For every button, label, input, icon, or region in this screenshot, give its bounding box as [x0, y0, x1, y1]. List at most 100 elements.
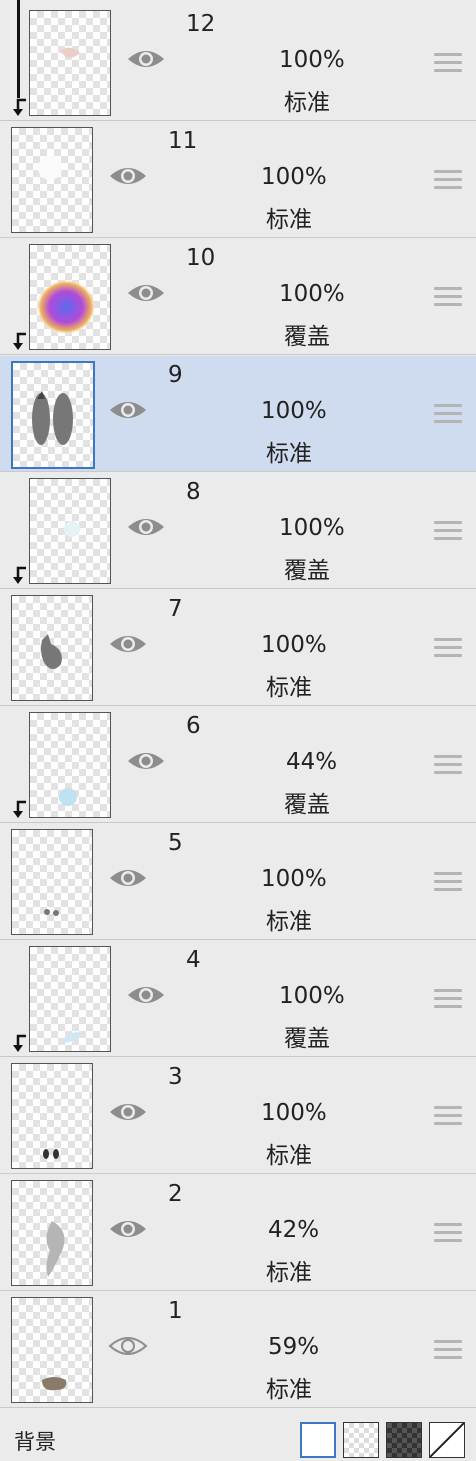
layer-row[interactable]: 6 44% 覆盖 — [0, 707, 476, 823]
eye-icon[interactable] — [108, 162, 148, 190]
eye-icon[interactable] — [108, 1098, 148, 1126]
layer-number: 11 — [168, 128, 198, 154]
faint-cyan-icon — [64, 521, 80, 537]
eye-icon[interactable] — [126, 747, 166, 775]
layer-opacity[interactable]: 100% — [261, 1100, 327, 1126]
layer-thumbnail[interactable] — [11, 127, 93, 233]
drag-handle-icon[interactable] — [434, 521, 462, 541]
clip-arrow-icon — [13, 800, 26, 818]
clip-arrow-icon — [13, 566, 26, 584]
layer-blend-mode[interactable]: 标准 — [266, 902, 312, 936]
drag-handle-icon[interactable] — [434, 989, 462, 1009]
brown-object-icon — [42, 1377, 67, 1391]
eye-icon[interactable] — [126, 45, 166, 73]
white-blob-icon — [38, 156, 62, 180]
cyan-splash-icon — [59, 788, 77, 806]
color-gradient-blob-icon — [36, 279, 96, 335]
eye-icon[interactable] — [126, 279, 166, 307]
layer-number: 12 — [186, 11, 216, 37]
layer-blend-mode[interactable]: 标准 — [266, 1370, 312, 1404]
layer-row[interactable]: 11 100% 标准 — [0, 122, 476, 238]
layer-row[interactable]: 10 100% 覆盖 — [0, 239, 476, 355]
layer-opacity[interactable]: 100% — [261, 866, 327, 892]
layer-number: 4 — [186, 947, 201, 973]
layer-row[interactable]: 1 59% 标准 — [0, 1292, 476, 1408]
eye-icon[interactable] — [108, 396, 148, 424]
eye-icon[interactable] — [126, 981, 166, 1009]
drag-handle-icon[interactable] — [434, 1340, 462, 1360]
layer-row[interactable]: 3 100% 标准 — [0, 1058, 476, 1174]
layer-blend-mode[interactable]: 标准 — [266, 1253, 312, 1287]
layer-opacity[interactable]: 44% — [286, 749, 337, 775]
layer-opacity[interactable]: 100% — [279, 515, 345, 541]
drag-handle-icon[interactable] — [434, 1223, 462, 1243]
layer-row[interactable]: 7 100% 标准 — [0, 590, 476, 706]
layer-row[interactable]: 5 100% 标准 — [0, 824, 476, 940]
eye-icon[interactable] — [108, 630, 148, 658]
layer-opacity[interactable]: 100% — [279, 983, 345, 1009]
eye-icon[interactable] — [108, 1332, 148, 1360]
layer-number: 8 — [186, 479, 201, 505]
layer-thumbnail[interactable] — [29, 10, 111, 116]
layer-thumbnail[interactable] — [11, 829, 93, 935]
layer-thumbnail[interactable] — [11, 361, 95, 469]
layer-opacity[interactable]: 42% — [268, 1217, 319, 1243]
drag-handle-icon[interactable] — [434, 872, 462, 892]
layer-opacity[interactable]: 100% — [279, 281, 345, 307]
layer-number: 9 — [168, 362, 183, 388]
layer-blend-mode[interactable]: 标准 — [266, 668, 312, 702]
layer-blend-mode[interactable]: 标准 — [266, 1136, 312, 1170]
background-white-swatch[interactable] — [300, 1422, 336, 1458]
drag-handle-icon[interactable] — [434, 755, 462, 775]
dark-marks-icon — [43, 1149, 59, 1159]
drag-handle-icon[interactable] — [434, 170, 462, 190]
layer-thumbnail[interactable] — [11, 1063, 93, 1169]
eye-icon[interactable] — [108, 1215, 148, 1243]
layer-thumbnail[interactable] — [29, 712, 111, 818]
slash-icon — [429, 1422, 465, 1458]
background-bar: 背景 — [0, 1410, 476, 1458]
layer-thumbnail[interactable] — [11, 595, 93, 701]
layer-row[interactable]: 9 100% 标准 — [0, 356, 476, 472]
layer-blend-mode[interactable]: 覆盖 — [284, 785, 330, 819]
drag-handle-icon[interactable] — [434, 1106, 462, 1126]
layer-blend-mode[interactable]: 覆盖 — [284, 551, 330, 585]
cyan-splash-lower-icon — [60, 1032, 82, 1043]
layer-opacity[interactable]: 100% — [261, 398, 327, 424]
background-checker-swatch[interactable] — [343, 1422, 379, 1458]
drag-handle-icon[interactable] — [434, 53, 462, 73]
layer-row[interactable]: 4 100% 覆盖 — [0, 941, 476, 1057]
eye-icon[interactable] — [108, 864, 148, 892]
gray-smoke-icon — [46, 1221, 65, 1277]
layer-row[interactable]: 8 100% 覆盖 — [0, 473, 476, 589]
background-label: 背景 — [14, 1430, 56, 1454]
eye-icon[interactable] — [126, 513, 166, 541]
layer-opacity[interactable]: 100% — [261, 632, 327, 658]
layers-panel: 12 100% 标准 11 100% 标准 10 100% 覆盖 9 100% 标准 8 100% 覆盖 7 1… — [0, 0, 476, 1457]
layer-thumbnail[interactable] — [29, 478, 111, 584]
gray-figure-pair-icon — [32, 391, 73, 445]
layer-opacity[interactable]: 100% — [279, 47, 345, 73]
drag-handle-icon[interactable] — [434, 404, 462, 424]
layer-blend-mode[interactable]: 标准 — [266, 434, 312, 468]
layer-number: 3 — [168, 1064, 183, 1090]
drag-handle-icon[interactable] — [434, 638, 462, 658]
layer-thumbnail[interactable] — [29, 946, 111, 1052]
drag-handle-icon[interactable] — [434, 287, 462, 307]
layer-blend-mode[interactable]: 覆盖 — [284, 317, 330, 351]
layer-blend-mode[interactable]: 标准 — [284, 83, 330, 117]
layer-row[interactable]: 12 100% 标准 — [0, 0, 476, 121]
faint-sketch-icon — [60, 47, 80, 58]
layer-number: 5 — [168, 830, 183, 856]
background-dark-checker-swatch[interactable] — [386, 1422, 422, 1458]
layer-thumbnail[interactable] — [11, 1180, 93, 1286]
background-none-swatch[interactable] — [429, 1422, 465, 1458]
layer-thumbnail[interactable] — [29, 244, 111, 350]
layer-opacity[interactable]: 59% — [268, 1334, 319, 1360]
layer-blend-mode[interactable]: 标准 — [266, 200, 312, 234]
layer-row[interactable]: 2 42% 标准 — [0, 1175, 476, 1291]
layer-thumbnail[interactable] — [11, 1297, 93, 1403]
layer-number: 10 — [186, 245, 216, 271]
layer-opacity[interactable]: 100% — [261, 164, 327, 190]
layer-blend-mode[interactable]: 覆盖 — [284, 1019, 330, 1053]
